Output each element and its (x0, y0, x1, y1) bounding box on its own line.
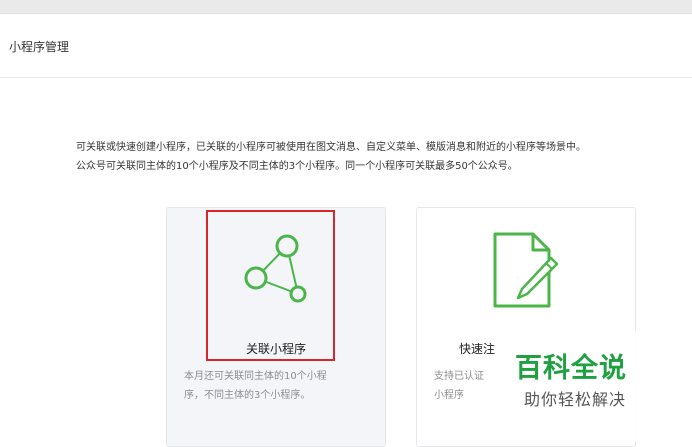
card-description: 本月还可关联同主体的10个小程 序，不同主体的3个小程序。 (184, 367, 374, 405)
card-description-line-1: 支持已认证 (434, 371, 484, 382)
browser-top-bar (0, 0, 692, 14)
card-description-line-2: 序，不同主体的3个小程序。 (184, 390, 311, 401)
watermark-logo: 百科全说 助你轻松解决 (497, 330, 662, 441)
card-title: 快速注 (459, 342, 496, 356)
card-title: 关联小程序 (245, 342, 306, 356)
link-mini-program-card[interactable]: 关联小程序 本月还可关联同主体的10个小程 序，不同主体的3个小程序。 (166, 207, 386, 447)
watermark-subtitle: 助你轻松解决 (524, 390, 627, 409)
share-nodes-icon (239, 232, 311, 308)
page-header: 小程序管理 (0, 14, 692, 78)
edit-document-icon (489, 232, 561, 312)
card-description-line-2: 小程序 (434, 390, 464, 401)
card-description-line-1: 本月还可关联同主体的10个小程 (184, 371, 327, 382)
page-title: 小程序管理 (9, 40, 70, 54)
description: 可关联或快速创建小程序，已关联的小程序可被使用在图文消息、自定义菜单、模版消息和… (76, 138, 688, 176)
card-description: 支持已认证 小程序 (434, 367, 504, 405)
description-line-2: 公众号可关联同主体的10个小程序及不同主体的3个小程序。同一个小程序可关联最多5… (76, 161, 518, 172)
watermark-title: 百科全说 (515, 353, 627, 384)
description-line-1: 可关联或快速创建小程序，已关联的小程序可被使用在图文消息、自定义菜单、模版消息和… (76, 142, 586, 153)
